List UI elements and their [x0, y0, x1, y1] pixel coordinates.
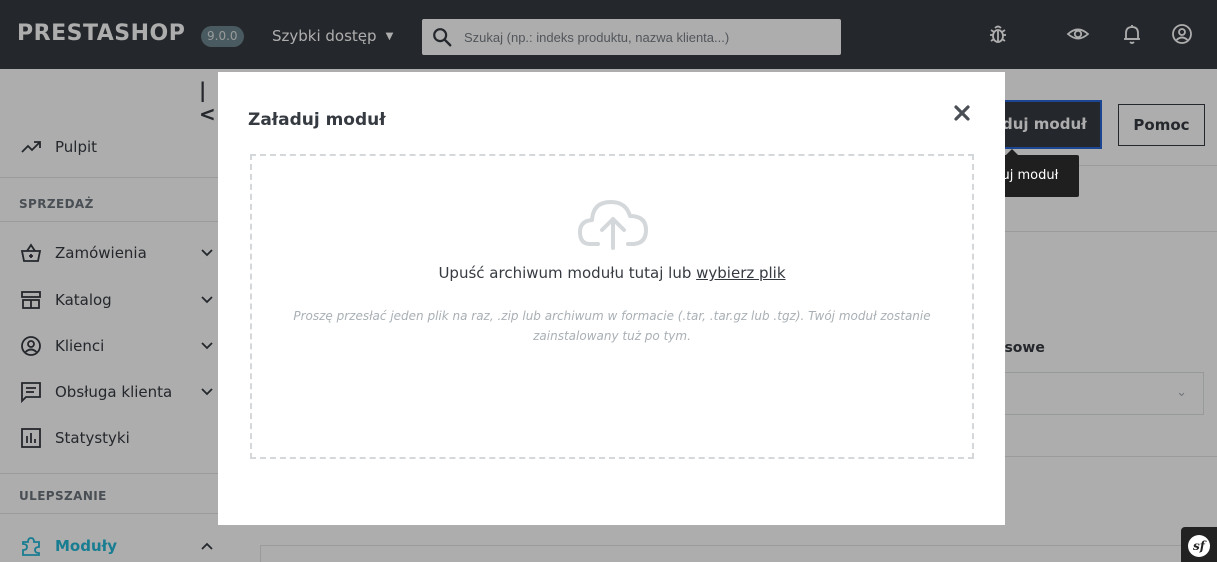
close-icon[interactable] — [951, 102, 973, 124]
drop-instructions: Upuść archiwum modułu tutaj lub wybierz … — [252, 264, 972, 282]
symfony-toolbar-toggle[interactable]: sf — [1181, 527, 1217, 562]
symfony-icon: sf — [1188, 535, 1210, 557]
file-dropzone[interactable]: Upuść archiwum modułu tutaj lub wybierz … — [250, 154, 974, 459]
upload-hint: Proszę przesłać jeden plik na raz, .zip … — [293, 309, 931, 343]
choose-file-link[interactable]: wybierz plik — [696, 264, 785, 282]
cloud-upload-icon — [578, 200, 648, 250]
modal-title: Załaduj moduł — [248, 110, 386, 130]
drop-text: Upuść archiwum modułu tutaj lub — [438, 264, 692, 282]
upload-module-modal: Załaduj moduł Upuść archiwum modułu tuta… — [218, 72, 1005, 525]
